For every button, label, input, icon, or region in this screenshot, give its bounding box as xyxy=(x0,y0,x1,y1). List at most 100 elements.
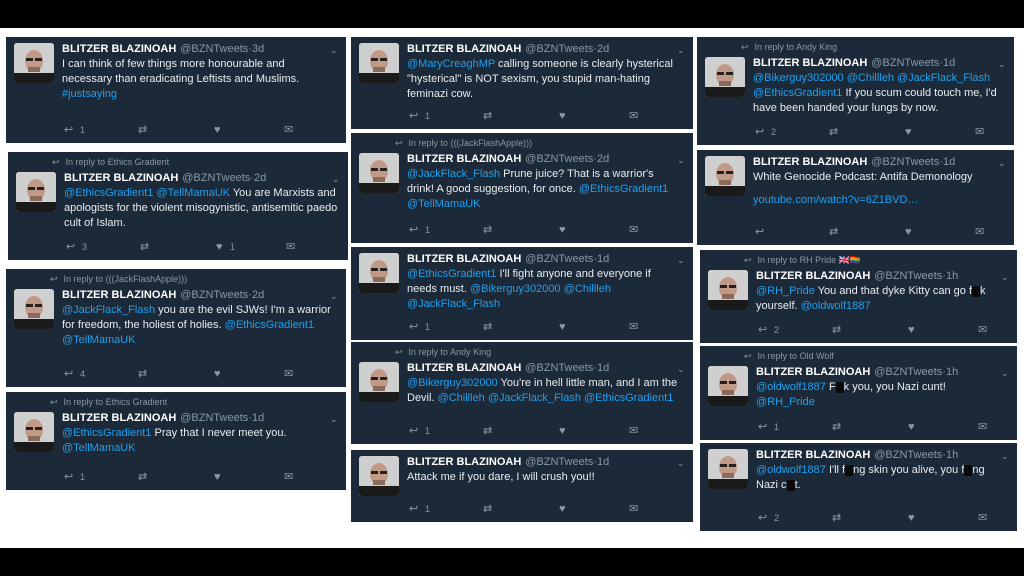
user-handle[interactable]: @BZNTweets xyxy=(182,172,250,184)
mention-link[interactable]: @EthicsGradient1 xyxy=(62,427,151,439)
reply-icon[interactable]: ↩ xyxy=(66,241,75,253)
display-name[interactable]: BLITZER BLAZINOAH xyxy=(756,449,870,461)
direct-message-icon[interactable]: ✉ xyxy=(629,503,638,515)
user-handle[interactable]: @BZNTweets xyxy=(180,43,248,55)
mention-link[interactable]: @TellMamaUK xyxy=(62,442,136,454)
like-icon[interactable]: ♥ xyxy=(905,226,912,238)
reply-icon[interactable]: ↩ xyxy=(755,126,764,138)
tweet-card[interactable]: ↩ In reply to Ethics Gradient BLITZER BLAZ… xyxy=(8,152,348,260)
user-handle[interactable]: @BZNTweets xyxy=(525,456,593,468)
reply-icon[interactable]: ↩ xyxy=(755,226,764,238)
avatar[interactable] xyxy=(708,449,748,489)
reply-icon[interactable]: ↩ xyxy=(64,368,73,380)
retweet-icon[interactable]: ⇄ xyxy=(138,124,147,136)
reply-icon[interactable]: ↩ xyxy=(409,110,418,122)
mention-link[interactable]: @RH_Pride xyxy=(756,396,815,408)
chevron-down-icon[interactable]: ⌄ xyxy=(1001,369,1009,378)
reply-icon[interactable]: ↩ xyxy=(758,421,767,433)
display-name[interactable]: BLITZER BLAZINOAH xyxy=(64,172,178,184)
display-name[interactable]: BLITZER BLAZINOAH xyxy=(62,289,176,301)
tweet-card[interactable]: BLITZER BLAZINOAH @BZNTweets·2d ⌄ @MaryCrea… xyxy=(351,37,693,129)
direct-message-icon[interactable]: ✉ xyxy=(629,224,638,236)
like-icon[interactable]: ♥ xyxy=(908,512,915,524)
display-name[interactable]: BLITZER BLAZINOAH xyxy=(753,156,867,168)
chevron-down-icon[interactable]: ⌄ xyxy=(998,60,1006,69)
retweet-icon[interactable]: ⇄ xyxy=(829,126,838,138)
url-link[interactable]: youtube.com/watch?v=6Z1BVD… xyxy=(753,193,1004,208)
mention-link[interactable]: @Bikerguy302000 xyxy=(407,377,498,389)
chevron-down-icon[interactable]: ⌄ xyxy=(677,156,685,165)
tweet-card[interactable]: BLITZER BLAZINOAH @BZNTweets·1d ⌄ White Gen… xyxy=(697,150,1014,245)
tweet-card[interactable]: ↩ In reply to Old Wolf BLITZER BLAZINOAH @B… xyxy=(700,346,1017,440)
like-icon[interactable]: ♥ xyxy=(908,421,915,433)
tweet-card[interactable]: ↩ In reply to Ethics Gradient BLITZER BLAZ… xyxy=(6,392,346,490)
reply-icon[interactable]: ↩ xyxy=(758,324,767,336)
tweet-card[interactable]: ↩ In reply to Andy King BLITZER BLAZINOAH @… xyxy=(351,342,693,444)
retweet-icon[interactable]: ⇄ xyxy=(832,421,841,433)
user-handle[interactable]: @BZNTweets xyxy=(874,366,942,378)
tweet-time[interactable]: 3d xyxy=(252,43,264,55)
direct-message-icon[interactable]: ✉ xyxy=(975,126,984,138)
reply-icon[interactable]: ↩ xyxy=(64,471,73,483)
user-handle[interactable]: @BZNTweets xyxy=(180,412,248,424)
like-icon[interactable]: ♥ xyxy=(214,368,221,380)
reply-icon[interactable]: ↩ xyxy=(64,124,73,136)
mention-link[interactable]: @RH_Pride xyxy=(756,285,815,297)
like-icon[interactable]: ♥ xyxy=(559,503,566,515)
chevron-down-icon[interactable]: ⌄ xyxy=(677,46,685,55)
user-handle[interactable]: @BZNTweets xyxy=(525,253,593,265)
like-icon[interactable]: ♥ xyxy=(905,126,912,138)
direct-message-icon[interactable]: ✉ xyxy=(978,324,987,336)
reply-icon[interactable]: ↩ xyxy=(409,425,418,437)
direct-message-icon[interactable]: ✉ xyxy=(629,110,638,122)
tweet-time[interactable]: 1d xyxy=(943,156,955,168)
mention-link[interactable]: @oldwolf1887 xyxy=(756,464,826,476)
tweet-time[interactable]: 1d xyxy=(597,362,609,374)
tweet-time[interactable]: 1d xyxy=(597,456,609,468)
retweet-icon[interactable]: ⇄ xyxy=(832,512,841,524)
avatar[interactable] xyxy=(359,253,399,293)
user-handle[interactable]: @BZNTweets xyxy=(874,449,942,461)
tweet-time[interactable]: 1d xyxy=(943,57,955,69)
display-name[interactable]: BLITZER BLAZINOAH xyxy=(62,412,176,424)
chevron-down-icon[interactable]: ⌄ xyxy=(677,256,685,265)
tweet-time[interactable]: 2d xyxy=(597,43,609,55)
avatar[interactable] xyxy=(705,57,745,97)
tweet-card[interactable]: BLITZER BLAZINOAH @BZNTweets·1d ⌄ Attack me… xyxy=(351,450,693,522)
user-handle[interactable]: @BZNTweets xyxy=(525,362,593,374)
retweet-icon[interactable]: ⇄ xyxy=(483,503,492,515)
mention-link[interactable]: @JackFlack_Flash xyxy=(62,304,155,316)
mention-link[interactable]: @oldwolf1887 xyxy=(756,381,826,393)
avatar[interactable] xyxy=(14,43,54,83)
tweet-time[interactable]: 2d xyxy=(254,172,266,184)
display-name[interactable]: BLITZER BLAZINOAH xyxy=(407,153,521,165)
like-icon[interactable]: ♥ xyxy=(214,124,221,136)
avatar[interactable] xyxy=(705,156,745,196)
tweet-time[interactable]: 1d xyxy=(597,253,609,265)
user-handle[interactable]: @BZNTweets xyxy=(525,153,593,165)
like-icon[interactable]: ♥ xyxy=(216,241,223,253)
tweet-time[interactable]: 2d xyxy=(252,289,264,301)
avatar[interactable] xyxy=(14,289,54,329)
reply-icon[interactable]: ↩ xyxy=(758,512,767,524)
tweet-time[interactable]: 1h xyxy=(946,366,958,378)
mention-link[interactable]: @EthicsGradient1 xyxy=(407,268,496,280)
user-handle[interactable]: @BZNTweets xyxy=(871,57,939,69)
tweet-card[interactable]: ↩ In reply to Andy King BLITZER BLAZINOAH @… xyxy=(697,37,1014,145)
avatar[interactable] xyxy=(359,362,399,402)
direct-message-icon[interactable]: ✉ xyxy=(978,421,987,433)
retweet-icon[interactable]: ⇄ xyxy=(829,226,838,238)
chevron-down-icon[interactable]: ⌄ xyxy=(677,459,685,468)
mention-link[interactable]: @oldwolf1887 xyxy=(801,300,871,312)
avatar[interactable] xyxy=(359,43,399,83)
display-name[interactable]: BLITZER BLAZINOAH xyxy=(407,456,521,468)
direct-message-icon[interactable]: ✉ xyxy=(284,368,293,380)
tweet-card[interactable]: ↩ In reply to (((JackFlashApple))) BLITZER… xyxy=(351,133,693,243)
mention-link[interactable]: @EthicsGradient1 @TellMamaUK xyxy=(64,187,230,199)
avatar[interactable] xyxy=(708,366,748,406)
retweet-icon[interactable]: ⇄ xyxy=(483,321,492,333)
mention-link[interactable]: #justsaying xyxy=(62,88,117,100)
chevron-down-icon[interactable]: ⌄ xyxy=(1001,273,1009,282)
user-handle[interactable]: @BZNTweets xyxy=(180,289,248,301)
like-icon[interactable]: ♥ xyxy=(559,321,566,333)
